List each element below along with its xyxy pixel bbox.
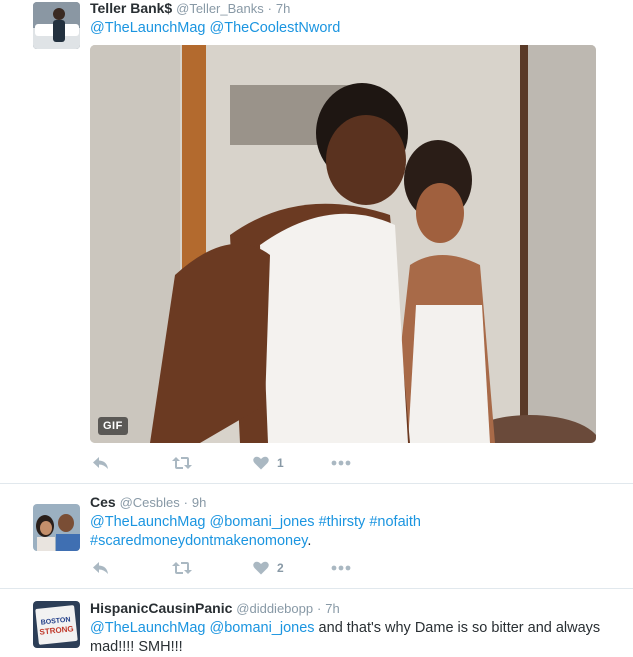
- tweet-text: @TheLaunchMag @bomani_jones and that's w…: [90, 619, 615, 657]
- fullname[interactable]: Ces: [90, 494, 116, 510]
- timestamp[interactable]: 7h: [276, 1, 290, 16]
- like-button[interactable]: 2: [253, 559, 284, 577]
- more-button[interactable]: [331, 559, 351, 577]
- timestamp[interactable]: 7h: [325, 601, 339, 616]
- tweet-header: Ces @Cesbles · 9h: [90, 494, 615, 511]
- separator-dot: ·: [183, 495, 188, 510]
- heart-icon: [253, 456, 269, 470]
- tweet-content: Ces @Cesbles · 9h @TheLaunchMag @bomani_…: [90, 494, 615, 551]
- gif-frame: [90, 45, 596, 443]
- username[interactable]: @Teller_Banks: [176, 1, 264, 16]
- avatar-photo: [33, 2, 80, 49]
- more-icon: [331, 565, 351, 571]
- retweet-icon: [172, 457, 192, 469]
- retweet-button[interactable]: [172, 454, 192, 472]
- mention-link[interactable]: @bomani_jones: [210, 514, 315, 530]
- hashtag-link[interactable]: #nofaith: [369, 514, 421, 530]
- mention-link[interactable]: @bomani_jones: [210, 620, 315, 636]
- avatar[interactable]: BOSTON STRONG: [33, 601, 80, 648]
- fullname[interactable]: Teller Bank$: [90, 0, 172, 16]
- username[interactable]: @Cesbles: [120, 495, 180, 510]
- mention-link[interactable]: @TheLaunchMag: [90, 514, 205, 530]
- reply-button[interactable]: [92, 559, 109, 577]
- mention-link[interactable]: @TheCoolestNword: [210, 20, 341, 36]
- tweet-actions: 1: [90, 454, 390, 472]
- hashtag-link[interactable]: #scaredmoneydontmakenomoney: [90, 533, 307, 549]
- tweet-header: Teller Bank$ @Teller_Banks · 7h: [90, 0, 615, 17]
- avatar-photo: BOSTON STRONG: [33, 601, 80, 648]
- like-count: 2: [277, 561, 284, 575]
- more-icon: [331, 460, 351, 466]
- retweet-button[interactable]: [172, 559, 192, 577]
- avatar[interactable]: [33, 504, 80, 551]
- tweet-text-segment: .: [307, 533, 312, 549]
- avatar-photo: [33, 504, 80, 551]
- separator-dot: ·: [317, 601, 322, 616]
- tweet-media-gif[interactable]: GIF: [90, 45, 596, 443]
- like-count: 1: [277, 456, 284, 470]
- username[interactable]: @diddiebopp: [236, 601, 313, 616]
- avatar[interactable]: [33, 2, 80, 49]
- tweet-content: Teller Bank$ @Teller_Banks · 7h @TheLaun…: [90, 0, 615, 38]
- tweet-text: @TheLaunchMag @TheCoolestNword: [90, 19, 615, 38]
- tweet-text: @TheLaunchMag @bomani_jones #thirsty #no…: [90, 513, 615, 551]
- reply-icon: [93, 457, 108, 469]
- fullname[interactable]: HispanicCausinPanic: [90, 600, 232, 616]
- tweet-teller-banks: Teller Bank$ @Teller_Banks · 7h @TheLaun…: [0, 0, 633, 482]
- timestamp[interactable]: 9h: [192, 495, 206, 510]
- separator-dot: ·: [267, 1, 272, 16]
- mention-link[interactable]: @TheLaunchMag: [90, 620, 205, 636]
- mention-link[interactable]: @TheLaunchMag: [90, 20, 205, 36]
- gif-badge: GIF: [98, 417, 128, 435]
- tweet-header: HispanicCausinPanic @diddiebopp · 7h: [90, 600, 615, 617]
- tweet-ces: Ces @Cesbles · 9h @TheLaunchMag @bomani_…: [0, 484, 633, 587]
- heart-icon: [253, 561, 269, 575]
- retweet-icon: [172, 562, 192, 574]
- more-button[interactable]: [331, 454, 351, 472]
- reply-icon: [93, 562, 108, 574]
- tweet-hispaniccausinpanic: BOSTON STRONG HispanicCausinPanic @diddi…: [0, 589, 633, 656]
- reply-button[interactable]: [92, 454, 109, 472]
- tweet-content: HispanicCausinPanic @diddiebopp · 7h @Th…: [90, 600, 615, 657]
- hashtag-link[interactable]: #thirsty: [319, 514, 366, 530]
- tweet-actions: 2: [90, 559, 390, 577]
- like-button[interactable]: 1: [253, 454, 284, 472]
